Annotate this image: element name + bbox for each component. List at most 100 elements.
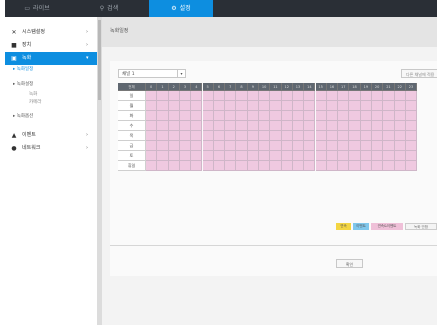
sidebar-sub-record[interactable]: 녹화 xyxy=(29,91,37,99)
schedule-cell[interactable] xyxy=(394,151,406,161)
schedule-cell[interactable] xyxy=(236,141,248,151)
schedule-cell[interactable] xyxy=(270,151,282,161)
schedule-cell[interactable] xyxy=(405,161,418,171)
schedule-cell[interactable] xyxy=(394,131,406,141)
schedule-cell[interactable] xyxy=(236,91,248,101)
schedule-cell[interactable] xyxy=(349,161,361,171)
grid-hour-header[interactable]: 14 xyxy=(304,83,316,91)
schedule-cell[interactable] xyxy=(157,111,169,121)
legend-continuous-event[interactable]: 연속&이벤트 xyxy=(371,223,403,230)
schedule-cell[interactable] xyxy=(179,101,192,111)
schedule-cell[interactable] xyxy=(372,111,384,121)
sidebar-item-event[interactable]: ▲ 이벤트 › xyxy=(5,129,97,142)
schedule-cell[interactable] xyxy=(372,151,384,161)
schedule-cell[interactable] xyxy=(326,101,339,111)
schedule-cell[interactable] xyxy=(383,151,395,161)
grid-day-label[interactable]: 토 xyxy=(118,151,146,161)
schedule-cell[interactable] xyxy=(315,91,327,101)
schedule-cell[interactable] xyxy=(292,91,305,101)
schedule-cell[interactable] xyxy=(157,161,169,171)
schedule-cell[interactable] xyxy=(405,91,418,101)
schedule-cell[interactable] xyxy=(247,141,259,151)
schedule-cell[interactable] xyxy=(315,161,327,171)
grid-hour-header[interactable]: 23 xyxy=(405,83,418,91)
schedule-cell[interactable] xyxy=(259,141,271,151)
schedule-cell[interactable] xyxy=(168,111,180,121)
grid-day-label[interactable]: 금 xyxy=(118,141,146,151)
grid-hour-header[interactable]: 15 xyxy=(315,83,327,91)
schedule-cell[interactable] xyxy=(292,121,305,131)
grid-hour-header[interactable]: 11 xyxy=(270,83,282,91)
schedule-cell[interactable] xyxy=(360,131,372,141)
sidebar-sub-record-option[interactable]: ▸ 녹화옵션 xyxy=(13,113,33,121)
grid-day-label[interactable]: 화 xyxy=(118,111,146,121)
grid-hour-header[interactable]: 18 xyxy=(349,83,361,91)
schedule-cell[interactable] xyxy=(191,151,203,161)
schedule-cell[interactable] xyxy=(157,121,169,131)
sidebar-item-system[interactable]: ✕ 시스템설정 › xyxy=(5,26,97,39)
schedule-cell[interactable] xyxy=(146,121,158,131)
schedule-cell[interactable] xyxy=(372,91,384,101)
sidebar-sub-camera[interactable]: 카메라 xyxy=(29,99,41,107)
grid-hour-header[interactable]: 19 xyxy=(360,83,372,91)
schedule-cell[interactable] xyxy=(349,101,361,111)
grid-day-label[interactable]: 휴일 xyxy=(118,161,146,171)
schedule-cell[interactable] xyxy=(405,101,418,111)
schedule-cell[interactable] xyxy=(146,161,158,171)
schedule-cell[interactable] xyxy=(292,161,305,171)
schedule-cell[interactable] xyxy=(349,121,361,131)
schedule-cell[interactable] xyxy=(146,151,158,161)
schedule-cell[interactable] xyxy=(270,101,282,111)
schedule-cell[interactable] xyxy=(315,151,327,161)
schedule-cell[interactable] xyxy=(304,91,316,101)
schedule-cell[interactable] xyxy=(157,91,169,101)
schedule-cell[interactable] xyxy=(292,111,305,121)
schedule-cell[interactable] xyxy=(349,91,361,101)
schedule-cell[interactable] xyxy=(338,161,350,171)
schedule-cell[interactable] xyxy=(247,161,259,171)
schedule-cell[interactable] xyxy=(394,121,406,131)
schedule-cell[interactable] xyxy=(405,121,418,131)
schedule-cell[interactable] xyxy=(168,141,180,151)
schedule-cell[interactable] xyxy=(383,101,395,111)
grid-hour-header[interactable]: 21 xyxy=(383,83,395,91)
schedule-cell[interactable] xyxy=(259,111,271,121)
grid-hour-header[interactable]: 9 xyxy=(247,83,259,91)
schedule-cell[interactable] xyxy=(292,101,305,111)
schedule-cell[interactable] xyxy=(179,121,192,131)
schedule-cell[interactable] xyxy=(225,131,237,141)
schedule-cell[interactable] xyxy=(191,111,203,121)
schedule-cell[interactable] xyxy=(247,151,259,161)
schedule-cell[interactable] xyxy=(213,161,226,171)
schedule-cell[interactable] xyxy=(405,111,418,121)
schedule-cell[interactable] xyxy=(146,131,158,141)
schedule-cell[interactable] xyxy=(326,121,339,131)
schedule-cell[interactable] xyxy=(292,151,305,161)
grid-day-label[interactable]: 월 xyxy=(118,101,146,111)
schedule-cell[interactable] xyxy=(349,141,361,151)
schedule-cell[interactable] xyxy=(360,111,372,121)
schedule-cell[interactable] xyxy=(326,151,339,161)
schedule-cell[interactable] xyxy=(281,121,293,131)
schedule-cell[interactable] xyxy=(326,111,339,121)
schedule-cell[interactable] xyxy=(157,131,169,141)
schedule-cell[interactable] xyxy=(236,111,248,121)
schedule-cell[interactable] xyxy=(394,101,406,111)
grid-day-label[interactable]: 수 xyxy=(118,121,146,131)
schedule-cell[interactable] xyxy=(225,121,237,131)
schedule-cell[interactable] xyxy=(281,111,293,121)
schedule-cell[interactable] xyxy=(213,141,226,151)
schedule-cell[interactable] xyxy=(259,91,271,101)
sidebar-scroll-thumb[interactable] xyxy=(98,20,101,100)
schedule-cell[interactable] xyxy=(372,121,384,131)
schedule-cell[interactable] xyxy=(349,111,361,121)
grid-hour-header[interactable]: 16 xyxy=(326,83,339,91)
schedule-cell[interactable] xyxy=(292,141,305,151)
schedule-cell[interactable] xyxy=(202,151,214,161)
schedule-cell[interactable] xyxy=(179,111,192,121)
schedule-cell[interactable] xyxy=(281,151,293,161)
schedule-cell[interactable] xyxy=(202,91,214,101)
grid-hour-header[interactable]: 6 xyxy=(213,83,226,91)
schedule-cell[interactable] xyxy=(405,151,418,161)
schedule-cell[interactable] xyxy=(270,161,282,171)
